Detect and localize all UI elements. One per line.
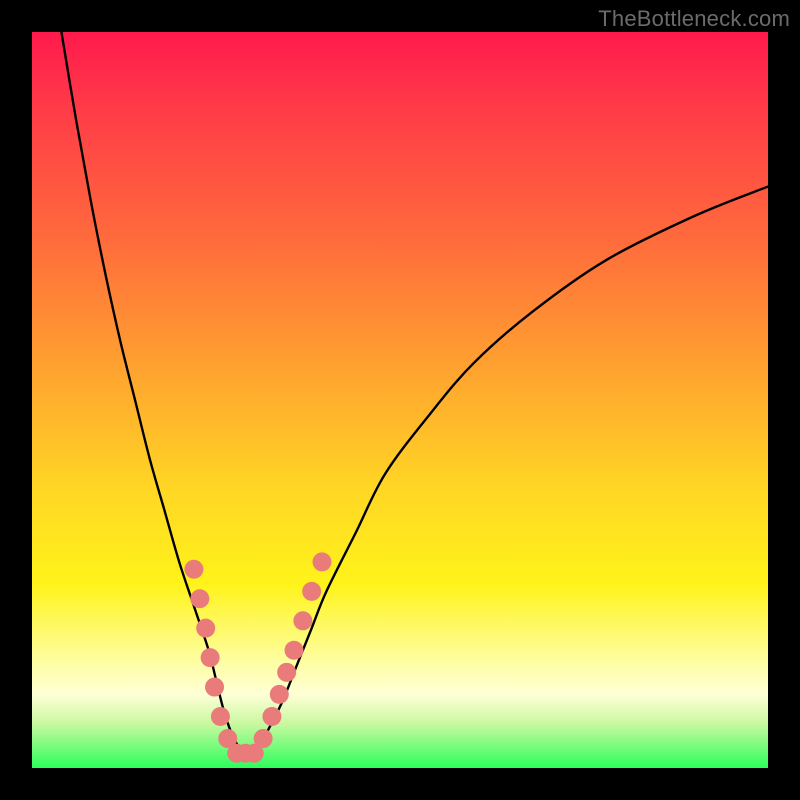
marker-dot — [211, 707, 230, 726]
marker-dot — [262, 707, 281, 726]
marker-dot — [205, 678, 224, 697]
chart-frame: TheBottleneck.com — [0, 0, 800, 800]
highlight-markers — [184, 552, 331, 762]
curve-layer — [32, 32, 768, 768]
marker-dot — [312, 552, 331, 571]
marker-dot — [302, 582, 321, 601]
marker-dot — [184, 560, 203, 579]
marker-dot — [293, 611, 312, 630]
marker-dot — [196, 619, 215, 638]
marker-dot — [270, 685, 289, 704]
marker-dot — [201, 648, 220, 667]
plot-area — [32, 32, 768, 768]
marker-dot — [277, 663, 296, 682]
bottleneck-curve — [61, 32, 768, 754]
watermark-text: TheBottleneck.com — [598, 6, 790, 32]
marker-dot — [254, 729, 273, 748]
marker-dot — [190, 589, 209, 608]
marker-dot — [285, 641, 304, 660]
